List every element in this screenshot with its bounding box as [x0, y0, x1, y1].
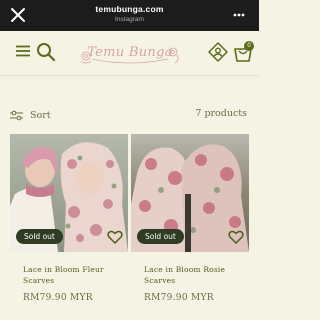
sold-out-badge: Sold out [16, 229, 63, 244]
product-image[interactable]: Sold out [10, 134, 128, 252]
sold-out-badge: Sold out [137, 229, 184, 244]
filter-sliders-icon [10, 110, 23, 120]
product-card[interactable]: Sold out Lace in Bloom Rosie Scarves RM7… [131, 134, 249, 303]
product-count: 7 products [195, 108, 247, 119]
product-title[interactable]: Lace in Bloom Rosie Scarves [131, 264, 249, 286]
site-header: Temu Bunga 0 [0, 31, 259, 75]
product-card[interactable]: Sold out Lace in Bloom Fleur Scarves RM7… [10, 134, 128, 303]
sort-label: Sort [30, 109, 51, 121]
heart-icon[interactable] [107, 229, 123, 245]
logo-text: Temu Bunga [87, 45, 173, 60]
menu-icon[interactable] [16, 45, 30, 57]
browser-subtitle: Instagram [115, 16, 144, 23]
product-image[interactable]: Sold out [131, 134, 249, 252]
header-divider [0, 75, 259, 76]
product-title[interactable]: Lace in Bloom Fleur Scarves [10, 264, 128, 286]
product-price: RM79.90 MYR [23, 293, 93, 303]
browser-url: temubunga.com [95, 4, 164, 14]
cart-count-badge: 0 [244, 41, 254, 51]
sort-button[interactable]: Sort [10, 108, 51, 122]
heart-icon[interactable] [228, 229, 244, 245]
browser-bar: temubunga.com Instagram [0, 0, 259, 31]
product-price: RM79.90 MYR [144, 293, 214, 303]
search-icon[interactable] [36, 42, 56, 62]
more-icon[interactable] [233, 13, 245, 17]
site-logo[interactable]: Temu Bunga [78, 39, 182, 67]
account-icon[interactable] [207, 41, 229, 63]
